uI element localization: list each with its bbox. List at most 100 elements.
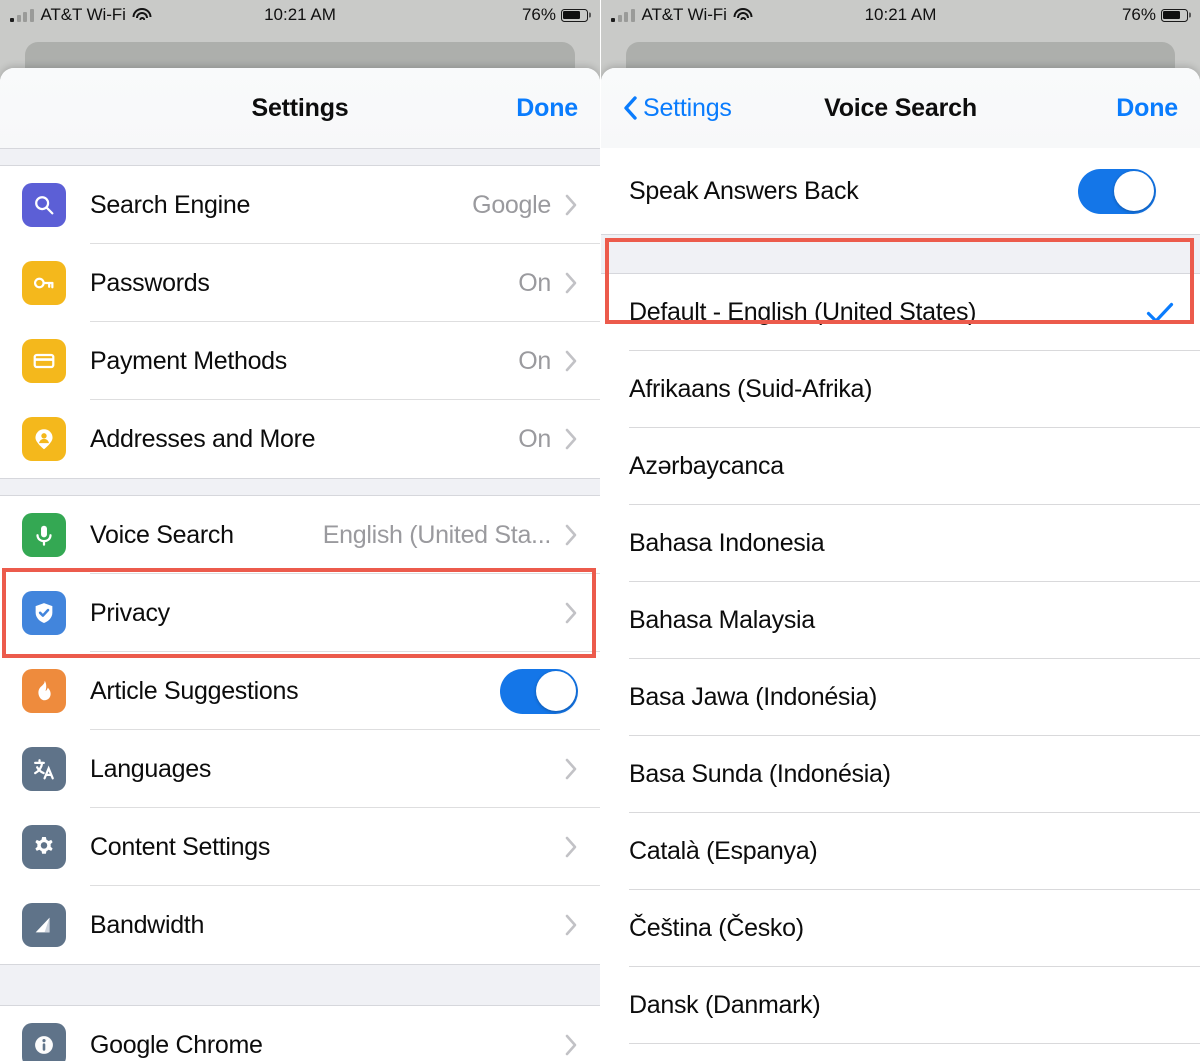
settings-row-privacy[interactable]: Privacy <box>0 574 600 652</box>
language-row[interactable]: Default - English (United States) <box>601 274 1200 351</box>
settings-row-value: On <box>518 346 551 375</box>
language-row[interactable]: Bahasa Indonesia <box>601 505 1200 582</box>
key-icon <box>22 261 66 305</box>
wifi-icon <box>733 8 753 22</box>
settings-row-voice-search[interactable]: Voice Search English (United Sta... <box>0 496 600 574</box>
language-row[interactable]: Basa Sunda (Indonésia) <box>601 736 1200 813</box>
shield-check-icon <box>22 591 66 635</box>
settings-row-label: Search Engine <box>90 190 251 219</box>
translate-icon <box>22 747 66 791</box>
section-gap <box>0 478 600 496</box>
settings-row-label: Content Settings <box>90 832 271 861</box>
settings-row-value: Google <box>472 190 551 219</box>
settings-row-label: Bandwidth <box>90 910 205 939</box>
settings-row-label: Privacy <box>90 598 170 627</box>
language-label: Čeština (Česko) <box>629 914 804 942</box>
settings-row-passwords[interactable]: Passwords On <box>0 244 600 322</box>
settings-row-label: Google Chrome <box>90 1030 263 1059</box>
section-gap <box>0 148 600 166</box>
carrier-label: AT&T Wi-Fi <box>40 5 126 24</box>
language-row[interactable]: Dansk (Danmark) <box>601 967 1200 1044</box>
settings-row-content-settings[interactable]: Content Settings <box>0 808 600 886</box>
search-icon <box>22 183 66 227</box>
chevron-right-icon <box>565 350 577 372</box>
settings-row-payment-methods[interactable]: Payment Methods On <box>0 322 600 400</box>
row-separator <box>629 1043 1200 1044</box>
microphone-icon <box>22 513 66 557</box>
settings-row-label: Addresses and More <box>90 424 316 453</box>
credit-card-icon <box>22 339 66 383</box>
voice-search-list: Speak Answers Back Default - English (Un… <box>601 148 1200 1061</box>
language-label: Català (Espanya) <box>629 837 818 865</box>
person-pin-icon <box>22 417 66 461</box>
chevron-right-icon <box>565 524 577 546</box>
page-title: Settings <box>251 93 349 122</box>
chevron-right-icon <box>565 1034 577 1056</box>
settings-row-google-chrome[interactable]: Google Chrome <box>0 1006 600 1061</box>
chevron-right-icon <box>565 758 577 780</box>
settings-list: Search Engine Google Passwords On Payment Me… <box>0 148 600 1061</box>
chevron-right-icon <box>565 428 577 450</box>
settings-navbar: Settings Done <box>0 68 600 148</box>
language-label: Azərbaycanca <box>629 452 784 480</box>
wifi-icon <box>132 8 152 22</box>
status-bar-left-group: AT&T Wi-Fi <box>10 5 152 25</box>
chevron-right-icon <box>565 914 577 936</box>
settings-row-toggle[interactable] <box>500 668 578 714</box>
carrier-label: AT&T Wi-Fi <box>641 5 727 24</box>
chevron-right-icon <box>565 194 577 216</box>
settings-row-label: Languages <box>90 754 212 783</box>
language-label: Bahasa Indonesia <box>629 529 825 557</box>
done-button[interactable]: Done <box>516 94 578 123</box>
status-bar-right-group: 76% <box>1122 5 1188 25</box>
status-bar-right-group: 76% <box>522 5 588 25</box>
battery-percent-label: 76% <box>521 5 556 24</box>
left-screen-settings: AT&T Wi-Fi 10:21 AM 76% Google Settings … <box>0 0 600 1061</box>
language-label: Bahasa Malaysia <box>629 606 815 634</box>
settings-row-label: Voice Search <box>90 520 234 549</box>
settings-row-value: On <box>518 268 551 297</box>
language-label: Basa Jawa (Indonésia) <box>629 683 878 711</box>
settings-sheet: Settings Done Search Engine Google Passwor… <box>0 68 600 1061</box>
section-gap <box>0 964 600 1006</box>
section-gap <box>601 234 1200 274</box>
gear-icon <box>22 825 66 869</box>
battery-percent-label: 76% <box>1121 5 1156 24</box>
dual-screenshot-comparison: AT&T Wi-Fi 10:21 AM 76% Google Settings … <box>0 0 1200 1061</box>
settings-row-search-engine[interactable]: Search Engine Google <box>0 166 600 244</box>
checkmark-icon <box>1146 302 1174 323</box>
flame-icon <box>22 669 66 713</box>
speak-answers-back-row[interactable]: Speak Answers Back <box>601 148 1200 234</box>
language-label: Default - English (United States) <box>629 298 977 326</box>
back-button[interactable]: Settings <box>623 94 732 123</box>
settings-row-label: Payment Methods <box>90 346 287 375</box>
settings-row-value: English (United Sta... <box>322 520 551 549</box>
info-icon <box>22 1023 66 1061</box>
language-row[interactable]: Azərbaycanca <box>601 428 1200 505</box>
language-row[interactable]: Català (Espanya) <box>601 813 1200 890</box>
right-screen-voice-search: AT&T Wi-Fi 10:21 AM 76% Google <box>600 0 1200 1061</box>
language-row[interactable]: Afrikaans (Suid-Afrika) <box>601 351 1200 428</box>
chevron-right-icon <box>565 272 577 294</box>
voice-search-sheet: Settings Voice Search Done Speak Answers… <box>601 68 1200 1061</box>
language-row[interactable]: Bahasa Malaysia <box>601 582 1200 659</box>
signal-bars-icon <box>10 8 34 22</box>
battery-icon <box>1161 8 1188 22</box>
status-bar-left: AT&T Wi-Fi 10:21 AM 76% <box>0 0 600 30</box>
speak-answers-back-label: Speak Answers Back <box>629 176 859 205</box>
settings-row-languages[interactable]: Languages <box>0 730 600 808</box>
signal-bars-icon <box>611 8 635 22</box>
status-bar-left-group: AT&T Wi-Fi <box>611 5 753 25</box>
done-button[interactable]: Done <box>1116 94 1178 123</box>
settings-row-article-suggestions[interactable]: Article Suggestions <box>0 652 600 730</box>
settings-row-label: Article Suggestions <box>90 676 299 705</box>
bandwidth-icon <box>22 903 66 947</box>
settings-row-addresses-and-more[interactable]: Addresses and More On <box>0 400 600 478</box>
status-bar-right: AT&T Wi-Fi 10:21 AM 76% <box>601 0 1200 30</box>
settings-row-bandwidth[interactable]: Bandwidth <box>0 886 600 964</box>
chevron-right-icon <box>565 602 577 624</box>
language-row[interactable]: Basa Jawa (Indonésia) <box>601 659 1200 736</box>
language-row[interactable]: Čeština (Česko) <box>601 890 1200 967</box>
speak-answers-back-toggle[interactable] <box>1078 168 1156 214</box>
voice-search-navbar: Settings Voice Search Done <box>601 68 1200 148</box>
